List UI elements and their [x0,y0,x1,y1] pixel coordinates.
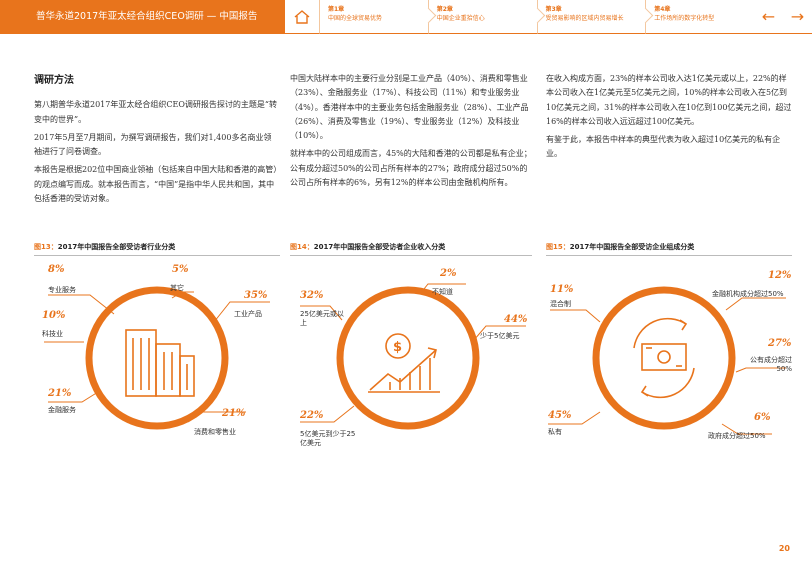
pct-public: 27% [768,338,792,349]
chart-ownership: 图15：2017年中国报告全部受访企业组成分类 11% 混合制 12% 金融机构… [546,240,792,460]
paragraph: 第八期普华永道2017年亚太经合组织CEO调研报告探讨的主题是“转变中的世界”。 [34,100,277,124]
leader-lines [300,283,526,423]
chapter-tabs: 第1章 中国的全球贸易优势 第2章 中国企业重拾信心 第3章 受贸易影响的区域内… [319,0,754,34]
pct-under-500m: 44% [504,314,528,325]
ring-arc [336,286,480,430]
chapter-name: 中国的全球贸易优势 [328,15,383,22]
home-button[interactable] [285,0,319,34]
chapter-number: 第2章 [436,6,453,13]
paragraph: 本报告是根据202位中国商业领袖（包括来自中国大陆和香港的高管）的观点编写而成。… [34,165,278,204]
pct-financial-institution: 12% [768,270,792,281]
page-navigation: ← → [754,0,812,34]
pct-unknown: 2% [440,268,457,279]
pct-professional: 8% [48,264,65,275]
pct-finance: 21% [48,388,72,399]
pct-other: 5% [172,264,189,275]
chapter-number: 第4章 [654,6,671,13]
chart-industry: 图13：2017年中国报告全部受访者行业分类 8% 专业服务 5% 其它 35%… [34,240,280,460]
cash-cycle-icon [633,317,695,399]
chapter-number: 第1章 [328,6,345,13]
label-industrial: 工业产品 [234,310,262,318]
tab-chapter-4[interactable]: 第4章 工作场所的数字化转型 [645,0,754,34]
home-icon [294,9,310,24]
report-title: 普华永道2017年亚太经合组织CEO调研 — 中国报告 [0,0,285,34]
label-consumer: 消费和零售业 [194,428,236,436]
growth-chart-icon [368,333,440,393]
label-professional: 专业服务 [48,286,76,294]
label-public: 公有成分超过50% [750,356,792,373]
text-column-1: 调研方法 第八期普华永道2017年亚太经合组织CEO调研报告探讨的主题是“转变中… [34,72,278,210]
label-finance: 金融服务 [48,406,76,414]
paragraph: 2017年5月至7月期间，为撰写调研报告，我们对1,400多名商业领袖进行了问卷… [34,132,272,157]
label-financial-institution: 金融机构成分超过50% [712,290,784,298]
pct-government: 6% [754,412,771,423]
label-private: 私有 [548,428,562,436]
label-unknown: 不知道 [432,288,453,296]
label-over-2-5b: 25亿美元或以上 [300,310,344,327]
section-heading: 调研方法 [34,75,74,86]
pct-consumer: 21% [222,408,246,419]
dollar-icon: $ [393,340,402,355]
chapter-number: 第3章 [545,6,562,13]
tab-chapter-3[interactable]: 第3章 受贸易影响的区域内贸易增长 [536,0,646,34]
prev-page-icon[interactable]: ← [762,8,775,25]
ring-arc [592,286,736,430]
chapter-name: 受贸易影响的区域内贸易增长 [545,15,624,22]
tab-chapter-1[interactable]: 第1章 中国的全球贸易优势 [319,0,428,34]
pct-tech: 10% [42,310,66,321]
page-number: 20 [778,544,790,553]
paragraph: 在收入构成方面，23%的样本公司收入达1亿美元或以上，22%的样本公司收入在1亿… [546,74,792,126]
buildings-icon [125,329,195,397]
chapter-name: 中国企业重拾信心 [436,15,485,22]
pct-industrial: 35% [244,290,268,301]
tab-chapter-2[interactable]: 第2章 中国企业重拾信心 [427,0,537,34]
pct-over-2-5b: 32% [300,290,324,301]
paragraph: 中国大陆样本中的主要行业分别是工业产品（40%）、消费和零售业（23%）、金融服… [290,74,529,141]
chapter-name: 工作场所的数字化转型 [654,15,715,22]
label-other: 其它 [170,284,184,292]
header-bar: 普华永道2017年亚太经合组织CEO调研 — 中国报告 第1章 中国的全球贸易优… [0,0,812,34]
chart-revenue: 图14：2017年中国报告全部受访者企业收入分类 $ 2% 不知道 32% 25… [290,240,532,460]
paragraph: 就样本中的公司组成而言，45%的大陆和香港的公司都是私有企业；公有成分超过50%… [290,149,532,188]
chart-ring [44,286,270,430]
text-column-3: 在收入构成方面，23%的样本公司收入达1亿美元或以上，22%的样本公司收入在1亿… [546,72,792,166]
label-government: 政府成分超过50% [708,432,766,440]
pct-mixed: 11% [550,284,574,295]
label-mixed: 混合制 [550,300,571,308]
text-column-2: 中国大陆样本中的主要行业分别是工业产品（40%）、消费和零售业（23%）、金融服… [290,72,532,194]
label-under-500m: 少于5亿美元 [480,332,520,340]
pct-500m-2-5b: 22% [300,410,324,421]
label-tech: 科技业 [42,330,63,338]
next-page-icon[interactable]: → [791,8,804,25]
paragraph: 有鉴于此，本报告中样本的典型代表为收入超过10亿美元的私有企业。 [546,135,781,159]
pct-private: 45% [548,410,572,421]
chart-ring [548,286,786,435]
label-500m-2-5b: 5亿美元到少于25亿美元 [300,430,356,447]
chart-ring: $ [300,283,526,430]
